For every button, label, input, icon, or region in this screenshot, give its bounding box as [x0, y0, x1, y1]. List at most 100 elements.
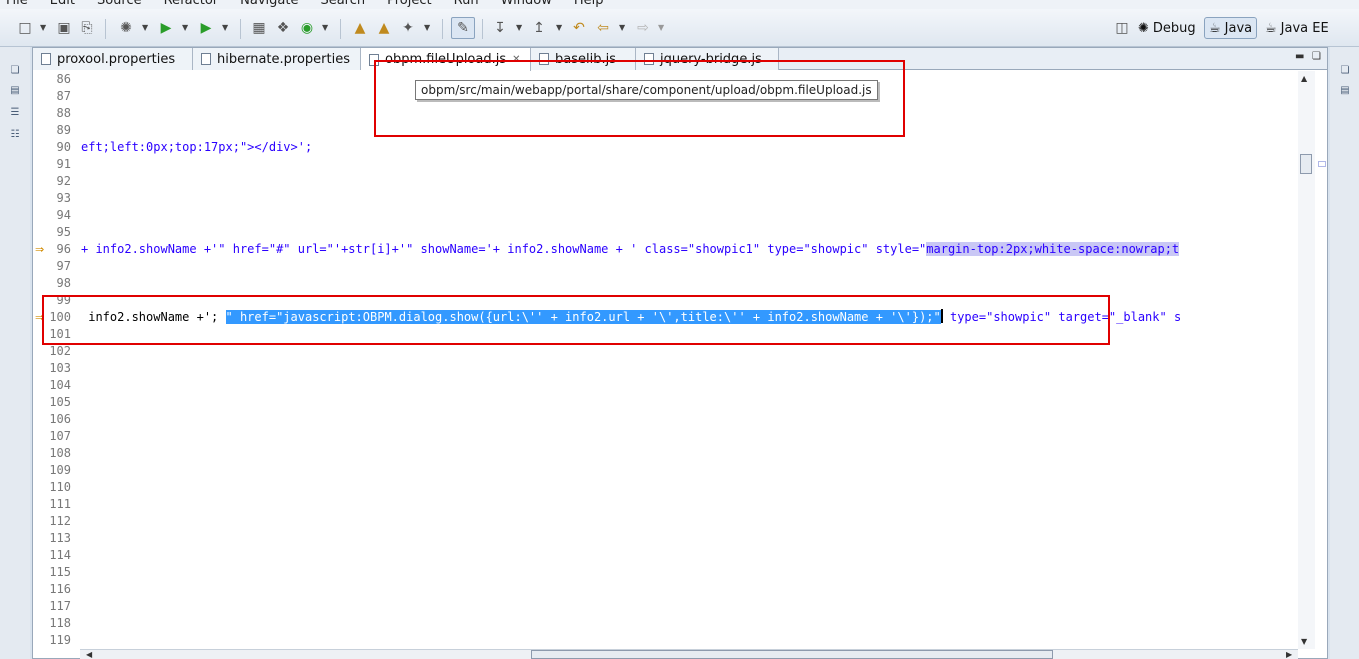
line-number: 93 — [56, 191, 71, 205]
line-number: 109 — [49, 463, 71, 477]
scroll-right-icon[interactable]: ▶ — [1286, 650, 1292, 659]
line-number: 98 — [56, 276, 71, 290]
line-number: 114 — [49, 548, 71, 562]
line-number: 97 — [56, 259, 71, 273]
tab-jquery-bridge-js[interactable]: jquery-bridge.js — [636, 48, 779, 70]
scroll-down-icon[interactable]: ▼ — [1301, 637, 1307, 646]
line-number: 92 — [56, 174, 71, 188]
open-type-icon[interactable]: ▲ — [351, 19, 369, 37]
close-icon[interactable]: ✕ — [512, 54, 520, 65]
vertical-scrollbar[interactable]: ▲ ▼ — [1298, 71, 1315, 649]
last-edit-location-icon[interactable]: ↶ — [570, 19, 588, 37]
maximize-icon[interactable]: ❏ — [1312, 51, 1321, 62]
perspective-debug[interactable]: ✺ Debug — [1134, 17, 1200, 39]
menu-edit[interactable]: Edit — [50, 0, 75, 9]
run-icon[interactable]: ▶ — [157, 19, 175, 37]
code-text: + info2.showName +'" href="#" url="'+str… — [81, 242, 927, 256]
toolbar-separator — [340, 19, 341, 39]
new-icon[interactable]: □ — [16, 19, 34, 37]
line-number: 86 — [56, 72, 71, 86]
hierarchy-icon[interactable]: ☰ — [8, 107, 22, 119]
new-java-project-icon[interactable]: ▦ — [250, 19, 268, 37]
back-dropdown-icon[interactable]: ▼ — [619, 24, 627, 32]
menu-navigate[interactable]: Navigate — [240, 0, 298, 9]
line-number: 99 — [56, 293, 71, 307]
save-icon[interactable]: ▣ — [55, 19, 73, 37]
back-icon[interactable]: ⇦ — [594, 19, 612, 37]
line-number: 113 — [49, 531, 71, 545]
open-task-icon[interactable]: ▲ — [375, 19, 393, 37]
debug-icon[interactable]: ✺ — [117, 19, 135, 37]
scroll-left-icon[interactable]: ◀ — [86, 650, 92, 659]
line-number: 111 — [49, 497, 71, 511]
new-dropdown-icon[interactable]: ▼ — [40, 24, 48, 32]
next-annotation-dropdown-icon[interactable]: ▼ — [516, 24, 524, 32]
scroll-up-icon[interactable]: ▲ — [1301, 74, 1307, 83]
tab-label: jquery-bridge.js — [660, 51, 762, 67]
horizontal-scroll-thumb[interactable] — [531, 650, 1053, 659]
run-dropdown-icon[interactable]: ▼ — [182, 24, 190, 32]
tab-label: proxool.properties — [57, 51, 176, 67]
tab-obpm-fileupload-js[interactable]: obpm.fileUpload.js ✕ — [361, 48, 531, 71]
previous-annotation-icon[interactable]: ↥ — [530, 19, 548, 37]
tab-baselib-js[interactable]: baselib.js — [531, 48, 636, 70]
menu-help[interactable]: Help — [574, 0, 604, 9]
new-class-icon[interactable]: ◉ — [298, 19, 316, 37]
restore-icon[interactable]: ❏ — [1338, 65, 1352, 77]
vertical-scroll-thumb[interactable] — [1300, 154, 1312, 174]
forward-icon[interactable]: ⇨ — [634, 19, 652, 37]
toolbar-separator — [482, 19, 483, 39]
menu-run[interactable]: Run — [454, 0, 479, 9]
line-number: 91 — [56, 157, 71, 171]
menu-window[interactable]: Window — [501, 0, 552, 9]
package-explorer-icon[interactable]: ▤ — [8, 85, 22, 97]
menu-search[interactable]: Search — [320, 0, 365, 9]
file-path-tooltip: obpm/src/main/webapp/portal/share/compon… — [415, 80, 878, 100]
line-number: 90 — [56, 140, 71, 154]
editor-tab-bar: proxool.properties hibernate.properties … — [33, 48, 1327, 71]
tab-proxool-properties[interactable]: proxool.properties — [33, 48, 193, 70]
forward-dropdown-icon[interactable]: ▼ — [658, 24, 666, 32]
minimize-icon[interactable]: ▬ — [1295, 51, 1304, 62]
new-package-icon[interactable]: ❖ — [274, 19, 292, 37]
overview-ruler[interactable] — [1316, 71, 1327, 649]
code-editor[interactable]: eft;left:0px;top:17px;"></div>'; + info2… — [80, 71, 1296, 649]
perspective-java-label: Java — [1224, 20, 1253, 36]
tab-hibernate-properties[interactable]: hibernate.properties — [193, 48, 361, 70]
external-tools-dropdown-icon[interactable]: ▼ — [222, 24, 230, 32]
code-line-90: eft;left:0px;top:17px;"></div>'; — [81, 139, 312, 156]
menu-project[interactable]: Project — [387, 0, 431, 9]
open-perspective-icon[interactable]: ◫ — [1113, 19, 1131, 37]
line-number: 102 — [49, 344, 71, 358]
perspective-debug-label: Debug — [1152, 20, 1196, 36]
line-number: 116 — [49, 582, 71, 596]
search-icon[interactable]: ✦ — [399, 19, 417, 37]
line-number: 110 — [49, 480, 71, 494]
search-dropdown-icon[interactable]: ▼ — [424, 24, 432, 32]
tab-label: baselib.js — [555, 51, 616, 67]
line-number: 103 — [49, 361, 71, 375]
menu-refactor[interactable]: Refactor — [164, 0, 219, 9]
external-tools-icon[interactable]: ▶ — [197, 19, 215, 37]
horizontal-scrollbar[interactable]: ◀ ▶ — [80, 649, 1298, 659]
menu-file[interactable]: File — [6, 0, 28, 9]
outline-icon[interactable]: ☷ — [8, 129, 22, 141]
perspective-java[interactable]: ☕ Java — [1204, 17, 1258, 39]
line-number: 94 — [56, 208, 71, 222]
task-list-icon[interactable]: ▤ — [1338, 85, 1352, 97]
toolbar-separator — [442, 19, 443, 39]
print-icon[interactable]: ⎘ — [78, 19, 96, 37]
previous-annotation-dropdown-icon[interactable]: ▼ — [556, 24, 564, 32]
restore-icon[interactable]: ❏ — [8, 65, 22, 77]
toggle-mark-occurrences-icon[interactable]: ✎ — [451, 17, 475, 39]
code-text: eft;left:0px;top:17px;"></div>'; — [81, 140, 313, 154]
debug-dropdown-icon[interactable]: ▼ — [142, 24, 150, 32]
perspective-javaee[interactable]: ☕ Java EE — [1261, 17, 1333, 39]
line-number: 88 — [56, 106, 71, 120]
next-annotation-icon[interactable]: ↧ — [491, 19, 509, 37]
line-number-ruler: ⇒ ⇒ 86 87 88 89 90 91 92 93 94 95 96 97 98 99 100 101 10… — [33, 71, 79, 649]
new-class-dropdown-icon[interactable]: ▼ — [322, 24, 330, 32]
menu-source[interactable]: Source — [97, 0, 142, 9]
occurrence-marker[interactable] — [1318, 161, 1326, 167]
line-number: 104 — [49, 378, 71, 392]
